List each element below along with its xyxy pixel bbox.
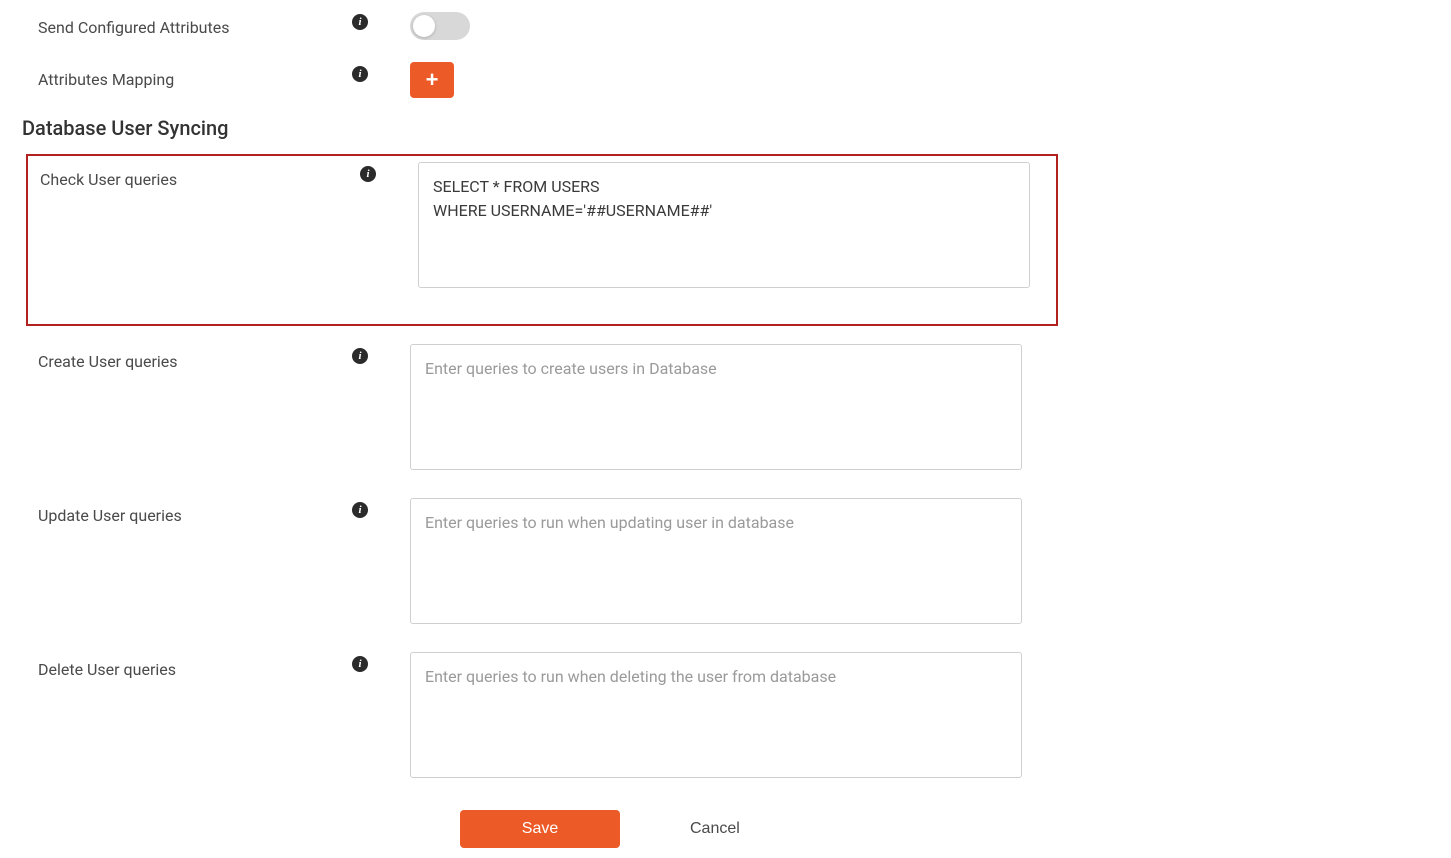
update-user-queries-label: Update User queries i	[20, 498, 360, 525]
save-button[interactable]: Save	[460, 810, 620, 848]
delete-user-queries-text: Delete User queries	[38, 660, 176, 679]
check-user-queries-label: Check User queries i	[28, 162, 368, 189]
database-user-syncing-title: Database User Syncing	[20, 116, 1431, 140]
update-user-queries-text: Update User queries	[38, 506, 182, 525]
info-icon[interactable]: i	[352, 502, 368, 518]
add-attribute-mapping-button[interactable]: +	[410, 62, 454, 98]
check-user-queries-input[interactable]	[418, 162, 1030, 288]
info-icon[interactable]: i	[352, 348, 368, 364]
delete-user-queries-label: Delete User queries i	[20, 652, 360, 679]
check-user-queries-text: Check User queries	[40, 170, 177, 189]
info-icon[interactable]: i	[352, 66, 368, 82]
info-icon[interactable]: i	[352, 656, 368, 672]
check-user-highlight: Check User queries i	[26, 154, 1058, 326]
create-user-queries-label: Create User queries i	[20, 344, 360, 371]
send-configured-attributes-text: Send Configured Attributes	[38, 18, 229, 37]
delete-user-queries-input[interactable]	[410, 652, 1022, 778]
attributes-mapping-label: Attributes Mapping i	[20, 62, 360, 89]
cancel-button[interactable]: Cancel	[690, 820, 740, 838]
create-user-queries-text: Create User queries	[38, 352, 178, 371]
send-configured-attributes-toggle[interactable]	[410, 12, 470, 40]
info-icon[interactable]: i	[352, 14, 368, 30]
create-user-queries-input[interactable]	[410, 344, 1022, 470]
send-configured-attributes-label: Send Configured Attributes i	[20, 10, 360, 37]
info-icon[interactable]: i	[360, 166, 376, 182]
update-user-queries-input[interactable]	[410, 498, 1022, 624]
attributes-mapping-text: Attributes Mapping	[38, 70, 174, 89]
